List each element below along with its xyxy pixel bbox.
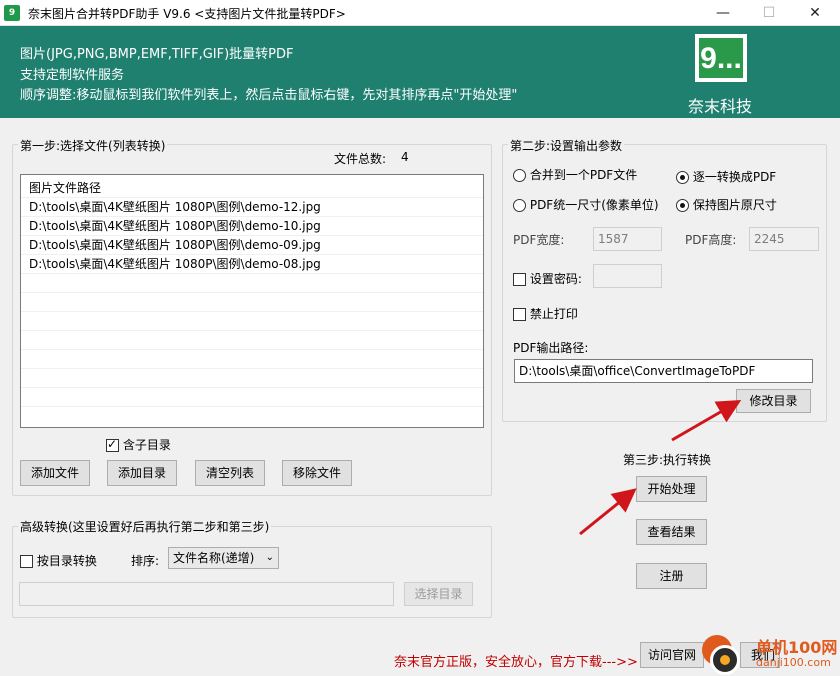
watermark-logo-icon (700, 633, 746, 675)
annotation-arrows (579, 399, 742, 536)
arrow-to-start (579, 488, 637, 536)
watermark-site: 单机100网 (756, 638, 838, 657)
arrow-to-change-dir (671, 399, 742, 442)
watermark-domain: danji100.com (756, 656, 831, 669)
watermark: 单机100网 danji100.com (700, 630, 840, 676)
